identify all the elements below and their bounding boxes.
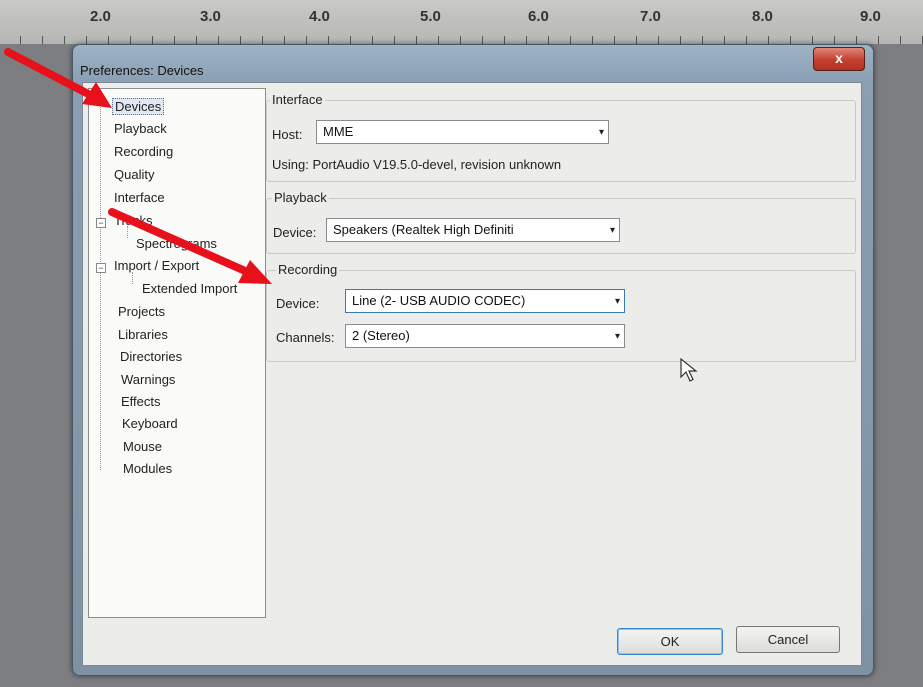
tree-item-quality[interactable]: Quality [114,167,154,182]
tree-item-warnings[interactable]: Warnings [121,372,175,387]
close-button[interactable]: x [813,47,865,71]
ruler-tick [592,36,593,44]
host-dropdown[interactable]: MME ▾ [316,120,609,144]
tree-item-projects[interactable]: Projects [118,304,165,319]
tree-item-spectrograms[interactable]: Spectrograms [136,236,217,251]
ruler-tick [702,36,703,44]
ruler-tick [746,36,747,44]
ruler-tick [152,36,153,44]
channels-value: 2 (Stereo) [352,328,410,343]
ruler-tick [240,36,241,44]
interface-group-label: Interface [270,92,325,107]
ruler-tick [42,36,43,44]
cancel-button[interactable]: Cancel [736,626,840,653]
ruler-tick [724,36,725,44]
tree-item-effects[interactable]: Effects [121,394,161,409]
tree-item-extended-import[interactable]: Extended Import [142,281,237,296]
ruler-mark: 7.0 [640,8,661,25]
ruler-tick [570,36,571,44]
timeline-ruler: 2.0 3.0 4.0 5.0 6.0 7.0 8.0 9.0 [0,0,923,44]
ruler-tick [86,36,87,44]
ruler-tick [790,36,791,44]
ruler-tick [504,36,505,44]
tree-connector [132,272,133,284]
ruler-tick [196,36,197,44]
playback-group-label: Playback [272,190,329,205]
tree-item-devices[interactable]: Devices [112,98,165,115]
recording-device-dropdown[interactable]: Line (2- USB AUDIO CODEC) ▾ [345,289,625,313]
tree-connector [100,100,101,470]
tree-item-keyboard[interactable]: Keyboard [122,416,178,431]
ruler-mark: 6.0 [528,8,549,25]
recording-device-label: Device: [276,296,320,311]
ruler-tick [900,36,901,44]
collapse-icon[interactable]: − [96,218,106,228]
dropdown-arrow-icon: ▾ [609,225,615,236]
recording-group-label: Recording [276,262,340,277]
ruler-tick [482,36,483,44]
ruler-tick [768,36,769,44]
ruler-tick [108,36,109,44]
window-title: Preferences: Devices [80,63,204,78]
ruler-tick [812,36,813,44]
ruler-mark: 3.0 [200,8,221,25]
collapse-icon[interactable]: − [96,263,106,273]
recording-group [266,270,856,362]
ruler-tick [306,36,307,44]
recording-device-value: Line (2- USB AUDIO CODEC) [352,293,526,308]
tree-connector [127,226,128,238]
ruler-mark: 5.0 [420,8,441,25]
ruler-tick [680,36,681,44]
ruler-tick [416,36,417,44]
ok-button[interactable]: OK [617,628,723,655]
portaudio-info: Using: PortAudio V19.5.0-devel, revision… [272,157,562,172]
ruler-tick [856,36,857,44]
tree-item-interface[interactable]: Interface [114,190,165,205]
host-label: Host: [272,127,303,142]
ruler-tick [328,36,329,44]
ruler-tick [130,36,131,44]
ruler-tick [548,36,549,44]
dropdown-arrow-icon: ▾ [614,296,620,307]
tree-item-playback[interactable]: Playback [114,121,167,136]
tree-item-directories[interactable]: Directories [120,349,182,364]
ruler-tick [20,36,21,44]
dropdown-arrow-icon: ▾ [614,331,620,342]
ruler-tick [372,36,373,44]
ruler-tick [834,36,835,44]
channels-dropdown[interactable]: 2 (Stereo) ▾ [345,324,625,348]
ruler-tick [460,36,461,44]
tree-item-modules[interactable]: Modules [123,461,172,476]
ruler-tick [284,36,285,44]
ruler-tick [174,36,175,44]
ruler-tick [526,36,527,44]
host-value: MME [323,124,354,139]
ruler-tick [658,36,659,44]
ruler-mark: 2.0 [90,8,111,25]
ruler-tick [394,36,395,44]
tree-item-import-export[interactable]: Import / Export [114,258,199,273]
ruler-tick [218,36,219,44]
ruler-tick [262,36,263,44]
tree-item-mouse[interactable]: Mouse [123,439,162,454]
ruler-tick [614,36,615,44]
ruler-tick [350,36,351,44]
tree-item-libraries[interactable]: Libraries [118,327,168,342]
playback-device-label: Device: [273,225,317,240]
ruler-tick [64,36,65,44]
ruler-mark: 8.0 [752,8,773,25]
tree-item-tracks[interactable]: Tracks [114,213,153,228]
ruler-tick [438,36,439,44]
mouse-pointer-icon [680,358,698,382]
playback-device-value: Speakers (Realtek High Definiti [333,222,514,237]
ruler-tick [878,36,879,44]
recording-channels-label: Channels: [276,330,335,345]
ruler-tick [636,36,637,44]
ruler-mark: 9.0 [860,8,881,25]
tree-item-recording[interactable]: Recording [114,144,173,159]
ruler-mark: 4.0 [309,8,330,25]
dropdown-arrow-icon: ▾ [598,127,604,138]
playback-device-dropdown[interactable]: Speakers (Realtek High Definiti ▾ [326,218,620,242]
